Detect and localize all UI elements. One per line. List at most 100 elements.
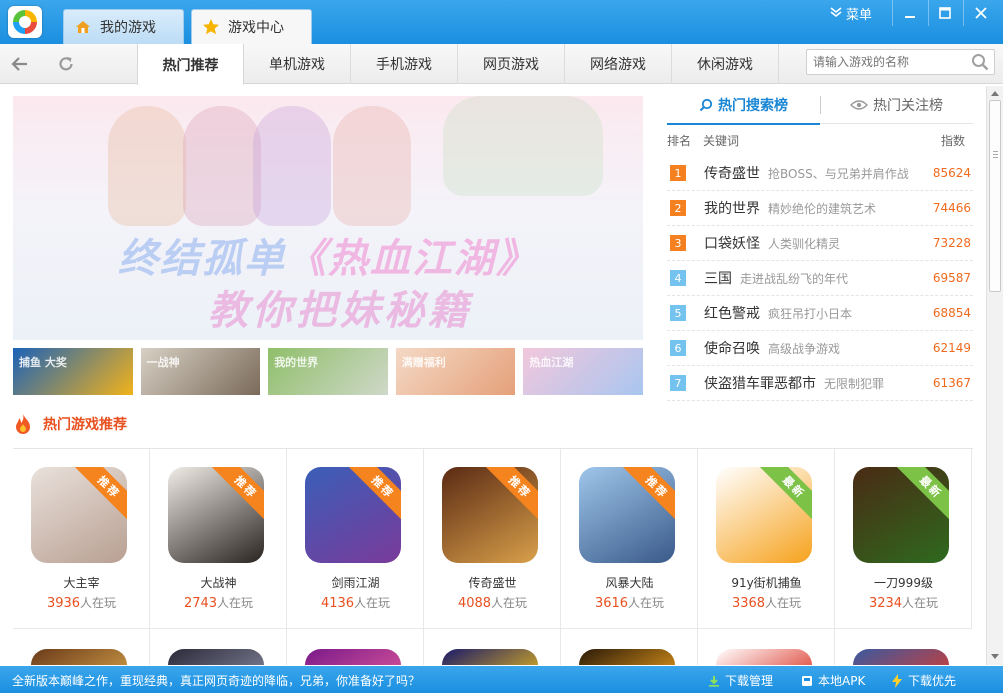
game-card[interactable]: 推荐 大主宰 3936人在玩 (13, 449, 150, 629)
search-button[interactable] (971, 53, 989, 71)
ranking-tab-divider (820, 96, 821, 114)
refresh-button[interactable] (54, 53, 78, 75)
banner-palm (443, 96, 603, 196)
hot-games-grid: 推荐 大主宰 3936人在玩 推荐 大战神 2743人在玩 推荐 剑雨江湖 4136人在玩 推荐传… (13, 449, 973, 665)
ranking-tabs: 热门搜索榜 热门关注榜 (667, 86, 973, 125)
local-apk-button[interactable]: 本地APK (801, 672, 865, 689)
game-name[interactable]: 传奇盛世 (424, 574, 561, 591)
banner-thumb[interactable]: 我的世界 (268, 348, 388, 395)
scroll-down-arrow-icon[interactable] (987, 650, 1003, 664)
banner-thumbnails: 捕鱼 大奖 一战神 我的世界 满赠福利 热血江湖 (13, 348, 643, 395)
game-card[interactable]: 推荐 风暴大陆 3616人在玩 (561, 449, 698, 629)
game-card[interactable] (835, 629, 972, 665)
game-icon[interactable]: 推荐 (579, 467, 675, 563)
game-name[interactable]: 剑雨江湖 (287, 574, 424, 591)
player-count-number: 4136 (320, 596, 355, 611)
game-card[interactable]: 最新 91y街机捕鱼 3368人在玩 (698, 449, 835, 629)
banner-thumb[interactable]: 满赠福利 (395, 348, 516, 395)
game-card[interactable] (561, 629, 698, 665)
promo-banner[interactable]: 终结孤单《热血江湖》 教你把妹秘籍 (13, 96, 643, 340)
ribbon-badge: 推荐 (621, 467, 675, 523)
game-icon[interactable]: 推荐 (305, 467, 401, 563)
maximize-icon (939, 7, 951, 19)
tab-game-center[interactable]: 游戏中心 (191, 9, 312, 44)
menu-button[interactable]: 菜单 (830, 4, 872, 23)
game-card[interactable] (698, 629, 835, 665)
search-icon (699, 98, 713, 111)
title-bar: 我的游戏 游戏中心 菜单 (0, 0, 1003, 44)
game-card[interactable] (150, 629, 287, 665)
banner-thumb[interactable]: 一战神 (140, 348, 261, 395)
player-count-number: 3616 (594, 596, 629, 611)
game-card[interactable] (287, 629, 424, 665)
game-card[interactable] (424, 629, 561, 665)
game-icon[interactable]: 最新 (853, 467, 949, 563)
star-icon (202, 18, 220, 36)
game-card[interactable]: 推荐 传奇盛世 4088人在玩 (424, 449, 561, 629)
game-icon[interactable] (168, 649, 264, 665)
game-name[interactable]: 风暴大陆 (561, 574, 698, 591)
tab-hot-recommend[interactable]: 热门推荐 (137, 44, 244, 85)
download-manager-button[interactable]: 下载管理 (708, 672, 773, 689)
app-logo (8, 6, 42, 38)
player-count: 2743人在玩 (150, 594, 287, 611)
ranking-row[interactable]: 2 我的世界 精妙绝伦的建筑艺术 74466 (667, 191, 973, 226)
banner-character (108, 106, 186, 226)
ranking-row[interactable]: 1 传奇盛世 抢BOSS、与兄弟并肩作战 85624 (667, 156, 973, 191)
scroll-up-arrow-icon[interactable] (987, 86, 1003, 100)
game-name[interactable]: 一刀999级 (835, 574, 972, 591)
tab-my-games[interactable]: 我的游戏 (63, 9, 184, 44)
ranking-row[interactable]: 3 口袋妖怪 人类驯化精灵 73228 (667, 226, 973, 261)
game-icon[interactable] (579, 649, 675, 665)
banner-thumb[interactable]: 热血江湖 (523, 348, 643, 395)
minimize-button[interactable] (896, 2, 924, 24)
tab-casual-games[interactable]: 休闲游戏 (672, 44, 779, 84)
vertical-scrollbar[interactable] (986, 86, 1003, 665)
maximize-button[interactable] (931, 2, 959, 24)
download-priority-button[interactable]: 下载优先 (891, 672, 956, 689)
game-icon[interactable]: 推荐 (442, 467, 538, 563)
game-icon[interactable] (305, 649, 401, 665)
banner-thumb[interactable]: 捕鱼 大奖 (13, 348, 133, 395)
player-count: 3368人在玩 (698, 594, 835, 611)
ranking-row[interactable]: 5 红色警戒 疯狂吊打小日本 68854 (667, 296, 973, 331)
tab-hot-follow[interactable]: 热门关注榜 (820, 86, 973, 123)
category-tabs: 热门推荐 单机游戏 手机游戏 网页游戏 网络游戏 休闲游戏 (137, 44, 779, 85)
tab-single-player[interactable]: 单机游戏 (244, 44, 351, 84)
rank-game-name: 口袋妖怪 (704, 236, 760, 252)
home-icon (74, 18, 92, 36)
game-card[interactable]: 最新 一刀999级 3234人在玩 (835, 449, 972, 629)
game-icon[interactable]: 推荐 (31, 467, 127, 563)
game-icon[interactable]: 最新 (716, 467, 812, 563)
rank-game-desc: 人类驯化精灵 (768, 236, 841, 251)
game-card[interactable]: 推荐大战神 2743人在玩 (150, 449, 287, 629)
ranking-row[interactable]: 7 侠盗猎车罪恶都市 无限制犯罪 61367 (667, 366, 973, 401)
game-name[interactable]: 大主宰 (13, 574, 150, 591)
game-card[interactable]: 推荐 剑雨江湖 4136人在玩 (287, 449, 424, 629)
ranking-row[interactable]: 4 三国 走进战乱纷飞的年代 69587 (667, 261, 973, 296)
tab-mobile-games[interactable]: 手机游戏 (351, 44, 458, 84)
close-button[interactable] (967, 2, 995, 24)
game-name[interactable]: 91y街机捕鱼 (698, 574, 835, 591)
player-count-number: 4088 (457, 596, 492, 611)
game-icon[interactable] (716, 649, 812, 665)
rank-game-desc: 疯狂吊打小日本 (768, 306, 853, 321)
banner-character (333, 106, 411, 226)
lightning-icon (892, 673, 902, 688)
tab-web-games[interactable]: 网页游戏 (458, 44, 565, 84)
back-button[interactable] (8, 53, 32, 75)
ranking-row[interactable]: 6 使命召唤 高级战争游戏 62149 (667, 331, 973, 366)
game-icon[interactable]: 推荐 (168, 467, 264, 563)
game-icon[interactable] (442, 649, 538, 665)
tab-online-games[interactable]: 网络游戏 (565, 44, 672, 84)
rank-game-desc: 高级战争游戏 (768, 341, 841, 356)
tab-hot-follow-label: 热门关注榜 (873, 97, 943, 114)
game-name[interactable]: 大战神 (150, 574, 287, 591)
scrollbar-thumb[interactable] (989, 100, 1001, 292)
tab-hot-search[interactable]: 热门搜索榜 (667, 86, 820, 125)
game-card[interactable] (13, 629, 150, 665)
search-input[interactable] (807, 50, 957, 74)
game-icon[interactable] (853, 649, 949, 665)
game-icon[interactable] (31, 649, 127, 665)
fire-icon (16, 414, 30, 434)
